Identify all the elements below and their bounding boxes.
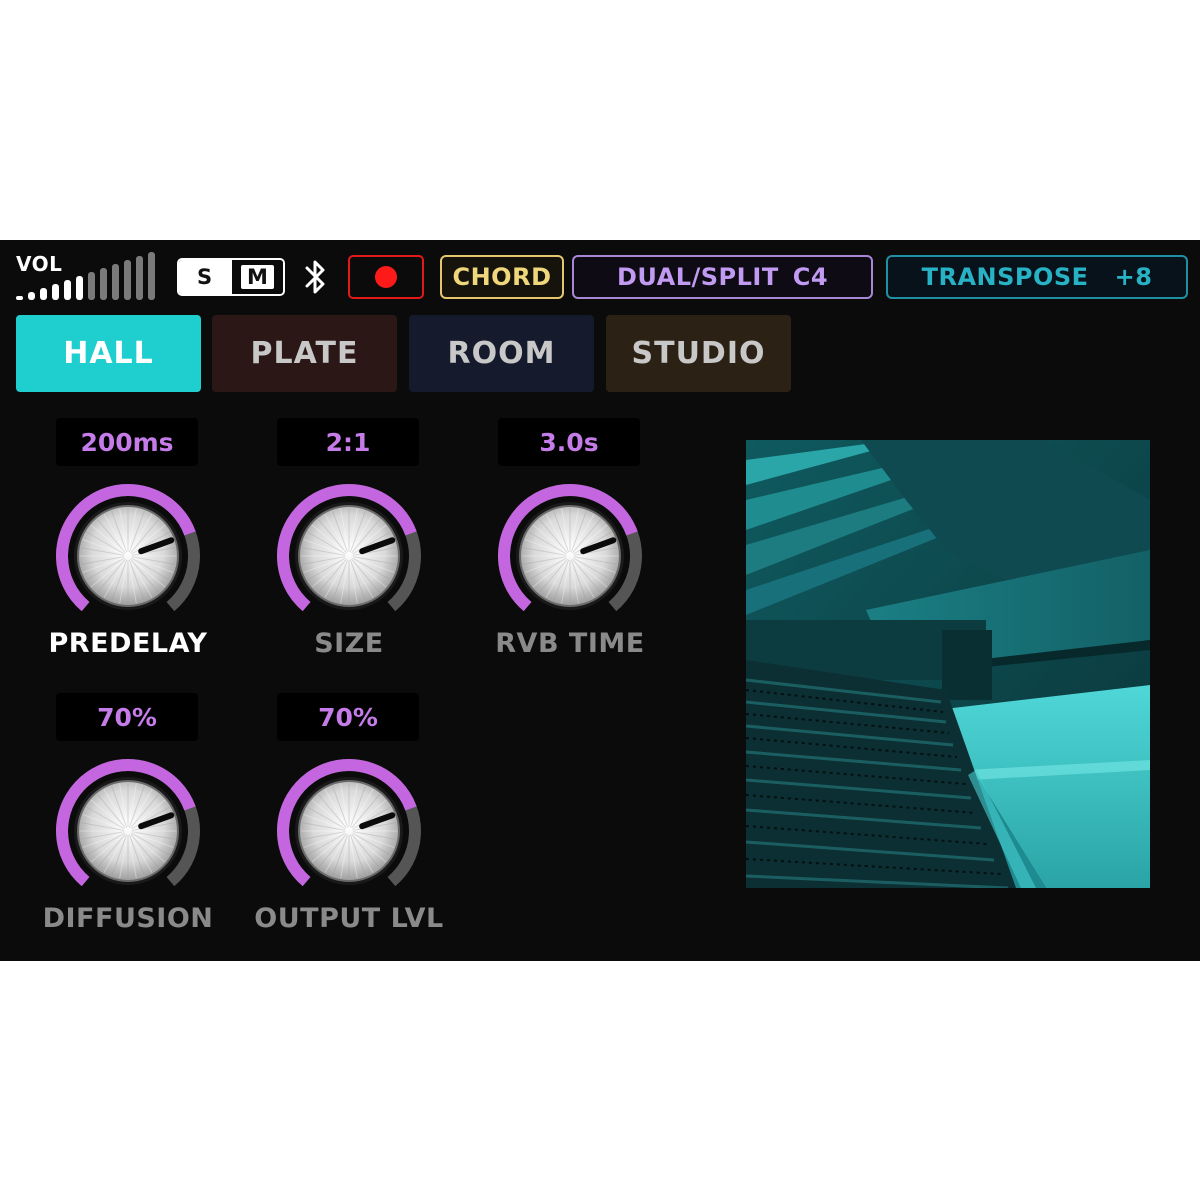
solo-button[interactable]: S [179,260,230,294]
volume-bar [136,256,143,300]
volume-bar [124,260,131,300]
volume-bar [28,292,35,300]
knob-value-display: 70% [277,693,419,741]
knob-label: DIFFUSION [42,903,214,934]
mono-label: M [241,265,274,289]
knob-label: RVB TIME [495,628,645,659]
volume-bar [64,280,71,300]
bluetooth-icon[interactable] [300,256,330,298]
tab-studio[interactable]: STUDIO [606,315,791,392]
transpose-label: TRANSPOSE [921,263,1089,291]
chord-button[interactable]: CHORD [440,255,564,299]
dual-split-value: C4 [792,263,829,291]
tab-hall-label: HALL [63,336,154,371]
knob-value-display: 200ms [56,418,198,466]
volume-bar [76,276,83,300]
tab-plate[interactable]: PLATE [212,315,397,392]
transpose-button[interactable]: TRANSPOSE +8 [886,255,1188,299]
concert-hall-image [746,440,1150,888]
solo-mono-toggle[interactable]: S M [177,258,285,296]
tab-hall[interactable]: HALL [16,315,201,392]
volume-bar [112,264,119,300]
knob-label: OUTPUT LVL [254,903,444,934]
volume-label: VOL [16,252,63,276]
chord-label: CHORD [452,263,552,291]
volume-bar [40,288,47,300]
tab-room[interactable]: ROOM [409,315,594,392]
reverb-screen: VOL S M CHORD DUAL/SPLIT C4 TRANSPOSE +8 H… [0,240,1200,961]
tab-plate-label: PLATE [250,336,359,371]
knob-label: PREDELAY [48,628,208,659]
predelay-knob[interactable] [48,476,208,636]
diffusion-knob[interactable] [48,751,208,911]
size-knob[interactable] [269,476,429,636]
volume-bar [88,272,95,300]
mono-button[interactable]: M [230,260,283,294]
volume-bar [100,268,107,300]
dual-split-button[interactable]: DUAL/SPLIT C4 [572,255,873,299]
knob-value-display: 2:1 [277,418,419,466]
knob-label: SIZE [314,628,384,659]
volume-bar [52,284,59,300]
volume-bar [148,252,155,300]
record-button[interactable] [348,255,424,299]
transpose-value: +8 [1114,263,1153,291]
rvb-time-knob[interactable] [490,476,650,636]
tab-room-label: ROOM [447,336,556,371]
volume-meter[interactable]: VOL [14,250,164,304]
knob-value-display: 70% [56,693,198,741]
concert-hall-illustration [746,440,1150,888]
dual-split-label: DUAL/SPLIT [616,263,779,291]
volume-bar [16,296,23,300]
tab-studio-label: STUDIO [631,336,766,371]
knob-value-display: 3.0s [498,418,640,466]
record-dot-icon [375,266,397,288]
output-lvl-knob[interactable] [269,751,429,911]
